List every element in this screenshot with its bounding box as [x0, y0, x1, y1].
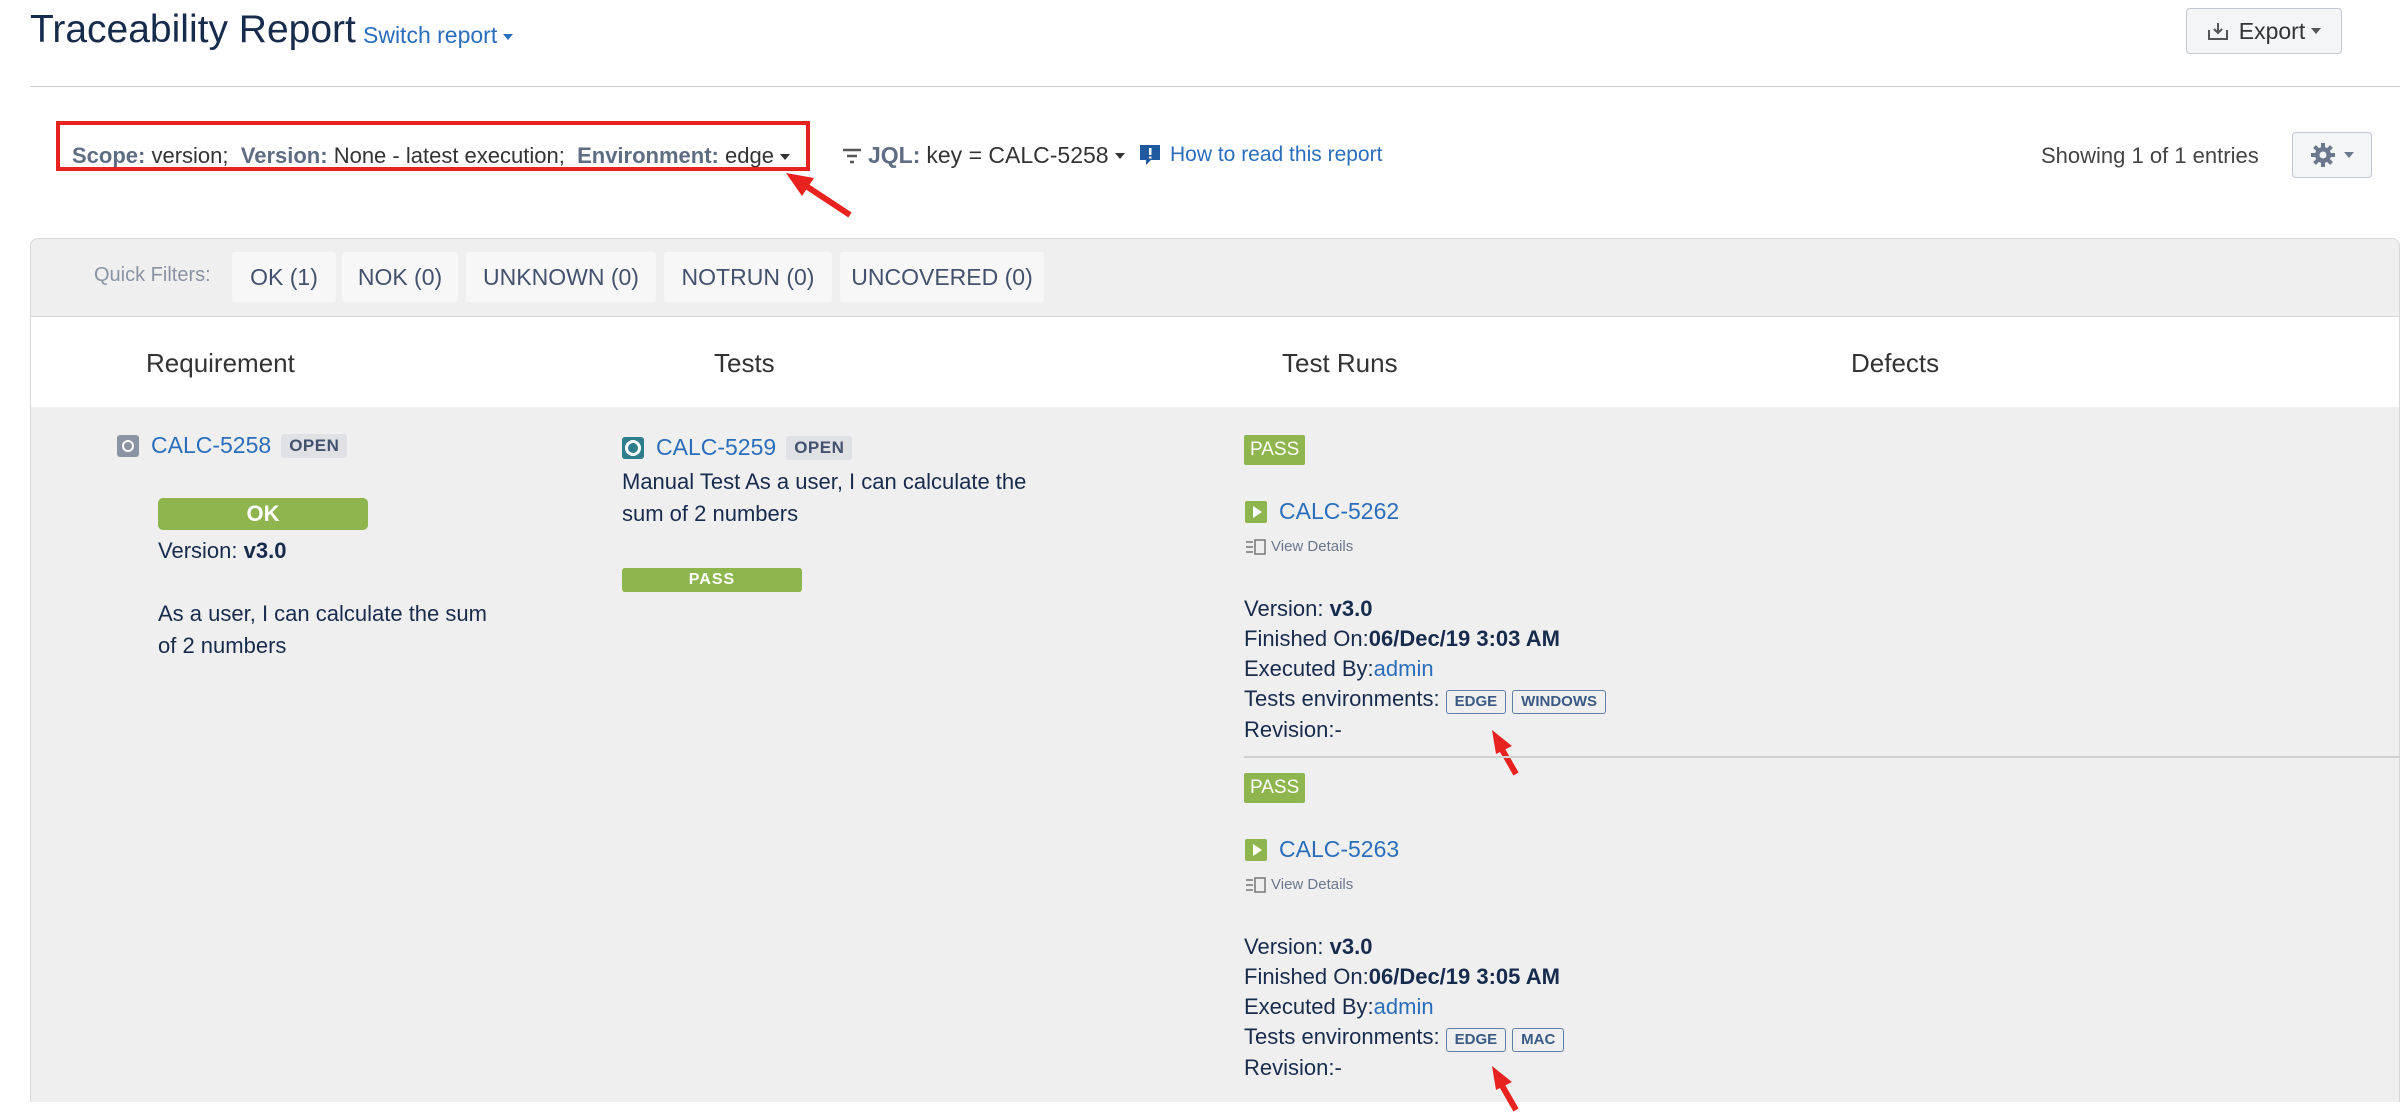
annotation-arrow-icon: [1492, 730, 1519, 776]
environment-badge: WINDOWS: [1512, 690, 1606, 714]
environment-badge: MAC: [1512, 1028, 1565, 1052]
finished-label: Finished On:: [1244, 626, 1369, 651]
quick-filter-nok[interactable]: NOK (0): [342, 252, 458, 302]
run-revision: Revision:-: [1244, 717, 1342, 742]
finished-value: 06/Dec/19 3:03 AM: [1368, 626, 1560, 651]
finished-value: 06/Dec/19 3:05 AM: [1368, 964, 1560, 989]
test-key-link[interactable]: CALC-5259: [656, 434, 776, 461]
status-badge: OPEN: [786, 435, 853, 460]
chevron-down-icon: [503, 33, 514, 40]
quick-filter-uncovered[interactable]: UNCOVERED (0): [840, 252, 1044, 302]
finished-label: Finished On:: [1244, 964, 1369, 989]
view-details-link[interactable]: View Details: [1245, 538, 1353, 555]
jql-filter[interactable]: JQL: key = CALC-5258: [842, 142, 1125, 169]
version-value: v3.0: [1329, 934, 1373, 959]
annotation-highlight-box: [56, 121, 810, 171]
requirement-summary-line-1: As a user, I can calculate the sum: [158, 601, 487, 626]
test-summary-line-1: Manual Test As a user, I can calculate t…: [622, 469, 1027, 494]
executed-label: Executed By:: [1244, 994, 1374, 1019]
run-version: Version: v3.0: [1244, 931, 1372, 963]
column-header-test-runs[interactable]: Test Runs: [1282, 348, 1398, 379]
status-badge: OPEN: [281, 433, 348, 458]
requirement-icon: [117, 434, 139, 457]
quick-filter-notrun[interactable]: NOTRUN (0): [664, 252, 832, 302]
chevron-down-icon: [1114, 152, 1125, 159]
requirement-issue: CALC-5258 OPEN: [117, 432, 348, 459]
environments-label: Tests environments:: [1244, 1024, 1440, 1049]
test-run-key-link[interactable]: CALC-5263: [1279, 836, 1399, 863]
switch-report-label: Switch report: [363, 22, 498, 48]
version-value: v3.0: [243, 538, 287, 563]
table-row: [31, 407, 2399, 1102]
test-summary-line-2: sum of 2 numbers: [622, 501, 799, 526]
play-icon: [1245, 838, 1267, 861]
requirement-key-link[interactable]: CALC-5258: [151, 432, 271, 459]
column-header-tests[interactable]: Tests: [714, 348, 775, 379]
test-run-key-link[interactable]: CALC-5262: [1279, 498, 1399, 525]
version-label: Version:: [158, 538, 238, 563]
quick-filter-ok[interactable]: OK (1): [232, 252, 336, 302]
test-issue: CALC-5259 OPEN: [622, 434, 853, 461]
run-environments: Tests environments: EDGE WINDOWS: [1244, 683, 1606, 715]
how-to-read-link[interactable]: How to read this report: [1138, 143, 1382, 167]
version-value: v3.0: [1329, 596, 1373, 621]
quick-filters-label: Quick Filters:: [94, 264, 211, 286]
jql-label: JQL:: [868, 142, 921, 168]
how-to-read-label: How to read this report: [1170, 143, 1383, 166]
annotation-arrow-icon: [1492, 1066, 1519, 1112]
details-icon: [1246, 876, 1266, 893]
run-status-badge: PASS: [1244, 773, 1306, 803]
switch-report-dropdown[interactable]: Switch report: [363, 22, 514, 49]
download-icon: [2207, 23, 2228, 40]
run-divider: [1244, 756, 2400, 758]
settings-button[interactable]: [2292, 132, 2372, 178]
gear-icon: [2311, 143, 2335, 167]
requirement-version: Version: v3.0: [158, 535, 286, 567]
page-title: Traceability Report: [30, 8, 356, 51]
run-revision: Revision:-: [1244, 1055, 1342, 1080]
annotation-arrow-icon: [786, 173, 852, 218]
executed-by-link[interactable]: admin: [1374, 656, 1434, 681]
executed-label: Executed By:: [1244, 656, 1374, 681]
version-label: Version:: [1244, 934, 1324, 959]
view-details-label: View Details: [1271, 538, 1354, 555]
view-details-link[interactable]: View Details: [1245, 876, 1353, 893]
header-divider: [30, 86, 2400, 87]
environments-label: Tests environments:: [1244, 686, 1440, 711]
column-header-requirement[interactable]: Requirement: [146, 348, 295, 379]
details-icon: [1246, 538, 1266, 555]
chevron-down-icon: [2344, 152, 2354, 158]
run-finished-on: Finished On:06/Dec/19 3:03 AM: [1244, 623, 1560, 655]
play-icon: [1245, 500, 1267, 523]
jql-value: key = CALC-5258: [926, 142, 1109, 168]
export-button[interactable]: Export: [2186, 8, 2342, 54]
test-status-bar: PASS: [622, 568, 802, 592]
version-label: Version:: [1244, 596, 1324, 621]
help-icon: [1140, 145, 1160, 165]
environment-badge: EDGE: [1445, 690, 1507, 714]
run-executed-by: Executed By:admin: [1244, 991, 1434, 1023]
test-run-issue: CALC-5263: [1245, 836, 1409, 863]
quick-filter-unknown[interactable]: UNKNOWN (0): [466, 252, 656, 302]
run-executed-by: Executed By:admin: [1244, 653, 1434, 685]
filter-icon: [843, 148, 861, 163]
environment-badge: EDGE: [1445, 1028, 1507, 1052]
run-version: Version: v3.0: [1244, 593, 1372, 625]
run-environments: Tests environments: EDGE MAC: [1244, 1021, 1565, 1053]
entries-count: Showing 1 of 1 entries: [2041, 143, 2259, 168]
chevron-down-icon: [2311, 28, 2322, 34]
requirement-summary-line-2: of 2 numbers: [158, 633, 287, 658]
executed-by-link[interactable]: admin: [1374, 994, 1434, 1019]
column-header-defects[interactable]: Defects: [1851, 348, 1939, 379]
test-run-issue: CALC-5262: [1245, 498, 1409, 525]
run-status-badge: PASS: [1244, 435, 1306, 465]
run-finished-on: Finished On:06/Dec/19 3:05 AM: [1244, 961, 1560, 993]
export-label: Export: [2238, 17, 2306, 44]
view-details-label: View Details: [1271, 876, 1354, 893]
test-icon: [622, 436, 644, 459]
requirement-status-bar: OK: [158, 498, 368, 530]
